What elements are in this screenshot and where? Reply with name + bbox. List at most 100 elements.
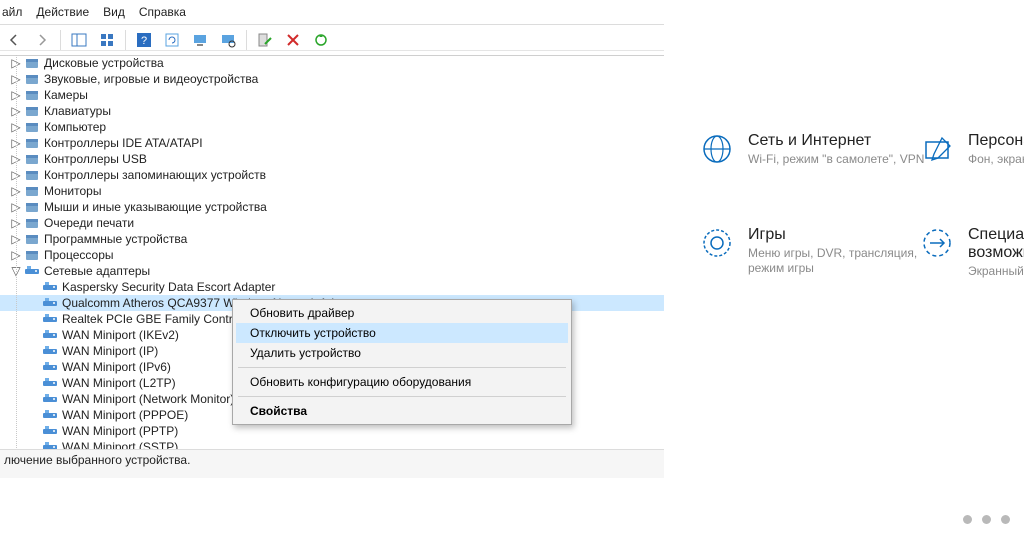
tile-subtitle: Экранный диктор, [968,264,1024,279]
toolbar-update-button[interactable] [309,28,333,52]
context-menu-item[interactable]: Обновить драйвер [236,303,568,323]
expander-icon[interactable]: ▷ [10,153,22,165]
tree-category-network[interactable]: ▽ Сетевые адаптеры [0,263,664,279]
tree-category[interactable]: ▷Контроллеры запоминающих устройств [0,167,664,183]
network-category-icon [24,263,40,279]
context-menu-item[interactable]: Отключить устройство [236,323,568,343]
expander-placeholder [28,425,40,437]
expander-icon[interactable]: ▷ [10,121,22,133]
expander-icon[interactable]: ▷ [10,217,22,229]
settings-tile-gaming[interactable]: Игры Меню игры, DVR, трансляция, режим и… [700,226,928,276]
device-label: Kaspersky Security Data Escort Adapter [62,280,275,294]
menu-help[interactable]: Справка [139,5,186,19]
category-icon [24,71,40,87]
settings-background: Сеть и Интернет Wi-Fi, режим "в самолете… [664,0,1024,558]
device-label: WAN Miniport (IPv6) [62,360,171,374]
network-adapter-icon [42,311,58,327]
expander-placeholder [28,409,40,421]
category-icon [24,55,40,71]
expander-icon[interactable]: ▷ [10,105,22,117]
tree-device[interactable]: WAN Miniport (PPTP) [0,423,664,439]
tree-category[interactable]: ▷ Клавиатуры [0,103,664,119]
category-label: Контроллеры IDE ATA/ATAPI [44,136,203,150]
tree-category[interactable]: ▷ Контроллеры IDE ATA/ATAPI [0,135,664,151]
category-label: Звуковые, игровые и видеоустройства [44,72,258,86]
category-icon [24,183,40,199]
category-icon [24,151,40,167]
tile-title: Игры [748,226,928,244]
toolbar-enable-button[interactable] [253,28,277,52]
context-menu-separator [238,367,566,368]
tree-category[interactable]: ▷ Очереди печати [0,215,664,231]
tree-category[interactable]: ▷ Камеры [0,87,664,103]
expander-icon[interactable]: ▷ [10,233,22,245]
settings-tile-accessibility[interactable]: Специальные возможности Экранный диктор, [920,226,1024,279]
disable-icon [285,32,301,48]
category-label: Камеры [44,88,88,102]
category-icon [24,167,40,183]
expander-icon[interactable]: ▷ [10,169,22,181]
category-label: Сетевые адаптеры [44,264,150,278]
expander-icon[interactable]: ▷ [10,137,22,149]
context-menu-item[interactable]: Обновить конфигурацию оборудования [236,372,568,392]
device-label: WAN Miniport (Network Monitor) [62,392,234,406]
tree-device[interactable]: Kaspersky Security Data Escort Adapter [0,279,664,295]
category-label: Очереди печати [44,216,134,230]
device-label: WAN Miniport (PPPOE) [62,408,188,422]
category-icon [24,103,40,119]
device-label: WAN Miniport (PPTP) [62,424,178,438]
tree-category[interactable]: ▷ Звуковые, игровые и видеоустройства [0,71,664,87]
toolbar-forward-button[interactable] [30,28,54,52]
tile-title: Сеть и Интернет [748,132,924,150]
menu-action[interactable]: Действие [36,5,89,19]
expander-icon[interactable]: ▽ [10,265,22,277]
menu-view[interactable]: Вид [103,5,125,19]
tree-category[interactable]: ▷Мониторы [0,183,664,199]
menu-file[interactable]: айл [2,5,22,19]
toolbar-icons-button[interactable] [95,28,119,52]
expander-placeholder [28,345,40,357]
network-adapter-icon [42,359,58,375]
panes-icon [71,32,87,48]
tree-category[interactable]: ▷Процессоры [0,247,664,263]
scan-icon [220,32,236,48]
context-menu-item[interactable]: Удалить устройство [236,343,568,363]
category-label: Клавиатуры [44,104,111,118]
toolbar-computer-button[interactable] [188,28,212,52]
expander-placeholder [28,297,40,309]
expander-icon[interactable]: ▷ [10,249,22,261]
category-icon [24,247,40,263]
toolbar-panes-button[interactable] [67,28,91,52]
context-menu-separator [238,396,566,397]
device-label: WAN Miniport (L2TP) [62,376,176,390]
pen-icon [920,132,954,166]
settings-tile-personalization[interactable]: Персонализация Фон, экран блокир [920,132,1024,167]
help-icon: ? [136,32,152,48]
tree-category[interactable]: ▷ Компьютер [0,119,664,135]
category-label: Мыши и иные указывающие устройства [44,200,267,214]
expander-icon[interactable]: ▷ [10,89,22,101]
toolbar-disable-button[interactable] [281,28,305,52]
network-adapter-icon [42,295,58,311]
toolbar-scan-button[interactable] [216,28,240,52]
expander-icon[interactable]: ▷ [10,185,22,197]
tree-category[interactable]: ▷Контроллеры USB [0,151,664,167]
enable-icon [257,32,273,48]
dot [982,515,991,524]
settings-tile-network[interactable]: Сеть и Интернет Wi-Fi, режим "в самолете… [700,132,924,167]
gaming-icon [700,226,734,260]
expander-placeholder [28,377,40,389]
expander-icon[interactable]: ▷ [10,57,22,69]
device-label: Realtek PCIe GBE Family Controller [62,312,255,326]
toolbar-help-button[interactable]: ? [132,28,156,52]
category-label: Компьютер [44,120,106,134]
category-icon [24,135,40,151]
expander-icon[interactable]: ▷ [10,201,22,213]
toolbar-back-button[interactable] [2,28,26,52]
context-menu-item[interactable]: Свойства [236,401,568,421]
tree-category[interactable]: ▷Программные устройства [0,231,664,247]
expander-icon[interactable]: ▷ [10,73,22,85]
toolbar-refresh-button[interactable] [160,28,184,52]
tree-category[interactable]: ▷Дисковые устройства [0,55,664,71]
tree-category[interactable]: ▷ Мыши и иные указывающие устройства [0,199,664,215]
